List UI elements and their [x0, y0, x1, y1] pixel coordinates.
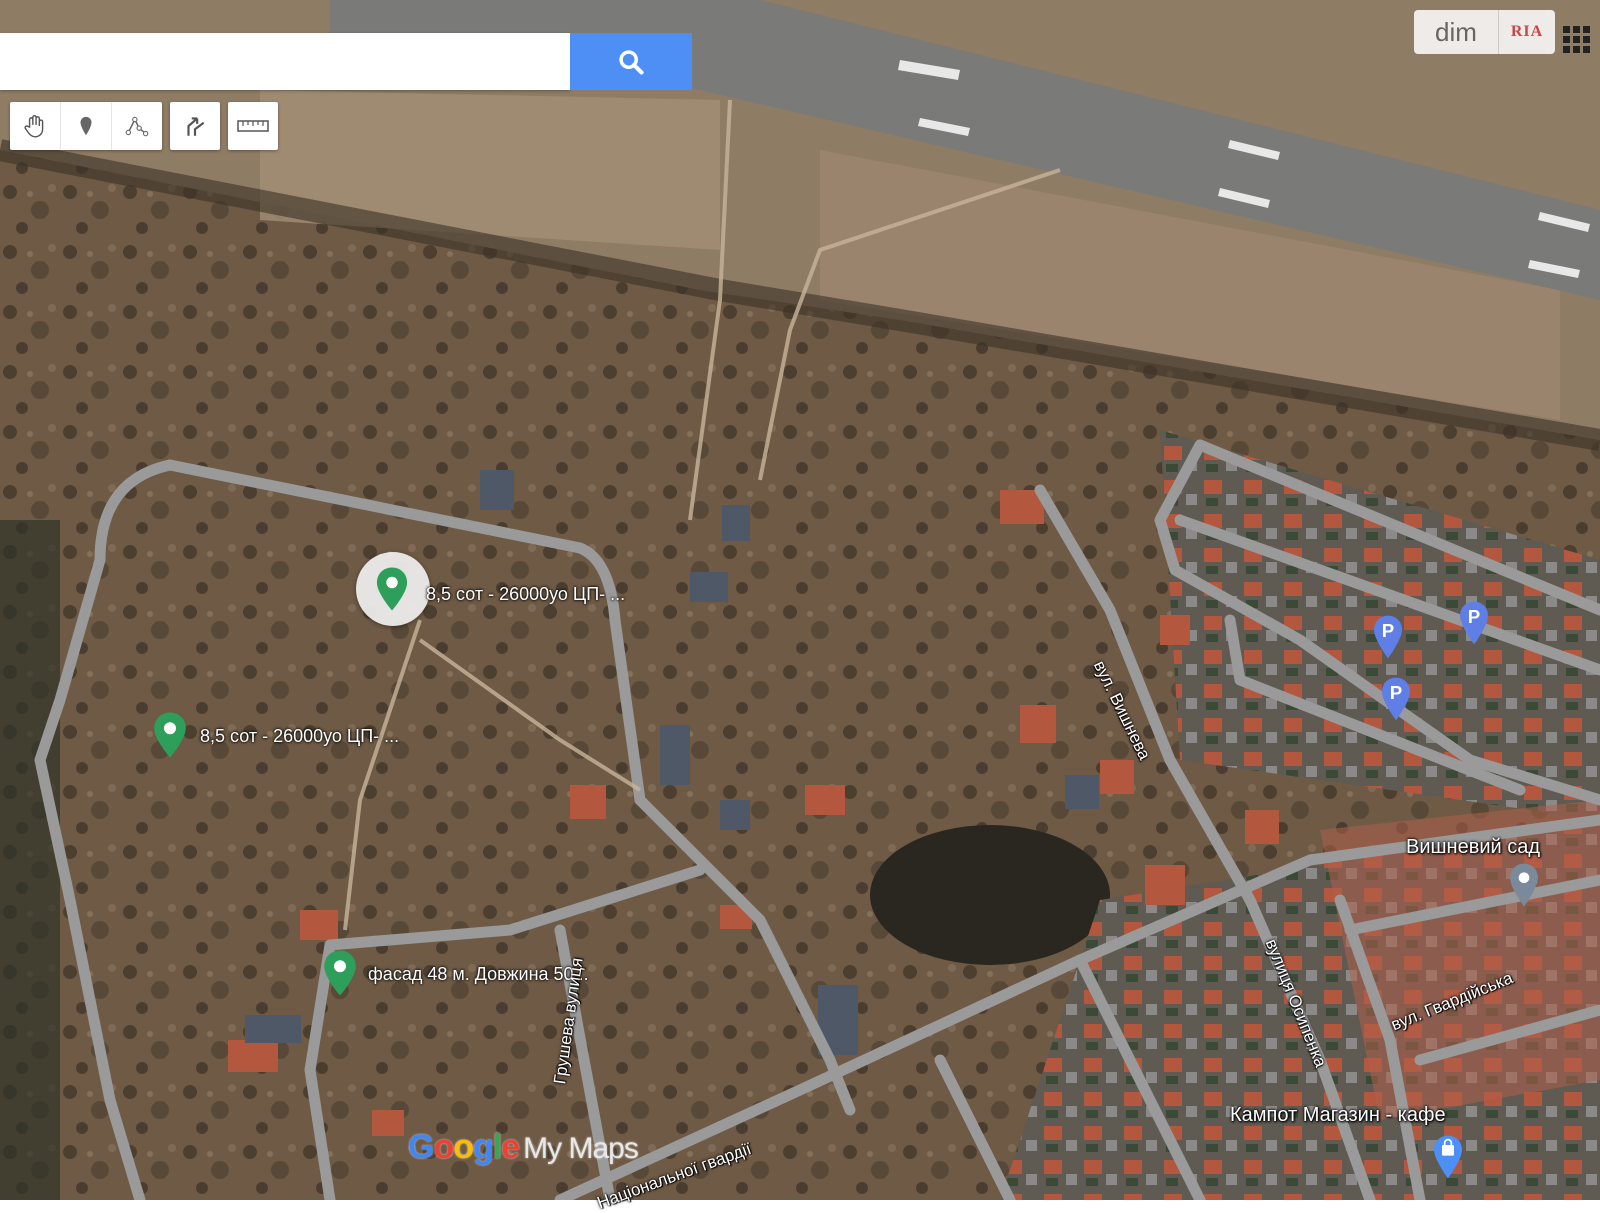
parking-label: P: [1382, 620, 1394, 641]
hand-icon: [24, 115, 44, 138]
ria-logo-text: RIA: [1510, 23, 1544, 40]
apps-grid-icon[interactable]: [1563, 26, 1591, 54]
place-label-kampot[interactable]: Кампот Магазин - кафе: [1230, 1104, 1446, 1127]
directions-group: [170, 102, 220, 150]
search-input[interactable]: [0, 33, 570, 90]
google-my-maps-logo: Google My Maps: [408, 1128, 639, 1166]
shopping-pin-icon[interactable]: [1432, 1134, 1464, 1180]
parking-label: P: [1390, 682, 1402, 703]
map-toolbar: [10, 102, 286, 150]
map-marker-pin[interactable]: [374, 566, 410, 612]
pan-hand-tool[interactable]: [10, 102, 61, 150]
marker-label[interactable]: фасад 48 м. Довжина 50...: [368, 964, 589, 985]
dim-logo-text: dim: [1414, 10, 1499, 54]
marker-label[interactable]: 8,5 сот - 26000уо ЦП- ...: [200, 726, 399, 747]
measure-tool[interactable]: [228, 102, 278, 150]
search-icon: [619, 49, 644, 75]
directions-tool[interactable]: [170, 102, 220, 150]
ruler-icon: [237, 120, 269, 132]
parking-icon[interactable]: P: [1380, 676, 1412, 722]
dim-ria-logo[interactable]: dim RIA: [1414, 10, 1555, 54]
measure-group: [228, 102, 278, 150]
search-button[interactable]: [570, 33, 692, 90]
place-label-vyshnevyi-sad[interactable]: Вишневий сад: [1406, 836, 1540, 859]
place-pin-icon[interactable]: [1508, 862, 1540, 908]
my-maps-text: My Maps: [523, 1132, 639, 1165]
parking-icon[interactable]: P: [1458, 600, 1490, 646]
add-marker-tool[interactable]: [61, 102, 112, 150]
polyline-icon: [125, 116, 149, 137]
satellite-map[interactable]: [0, 0, 1600, 1200]
parking-icon[interactable]: P: [1372, 614, 1404, 660]
draw-line-tool[interactable]: [112, 102, 162, 150]
marker-label[interactable]: 8,5 сот - 26000уо ЦП- ...: [426, 584, 625, 605]
marker-icon: [80, 116, 92, 136]
parking-label: P: [1468, 606, 1480, 627]
directions-icon: [187, 117, 205, 136]
map-marker-pin[interactable]: [152, 710, 188, 760]
map-marker-pin[interactable]: [322, 948, 358, 998]
drawing-tools: [10, 102, 162, 150]
